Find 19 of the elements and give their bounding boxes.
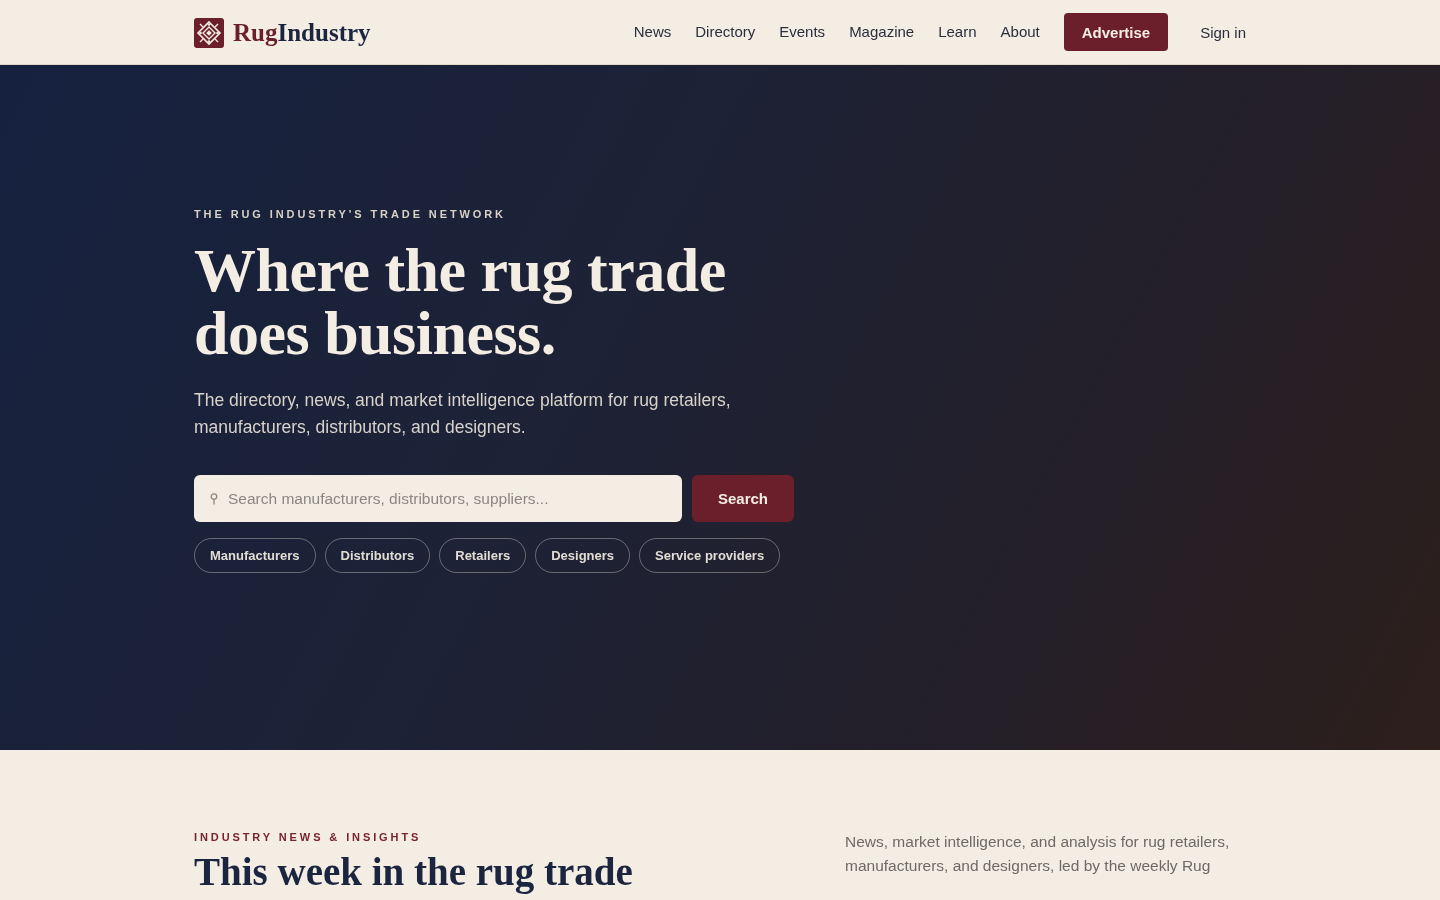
hero-subtitle: The directory, news, and market intelligence platform for rug retailers, manufacturers, distributors, and designers. (194, 389, 732, 439)
nav-link[interactable]: Magazine (849, 22, 915, 42)
logo-icon (194, 18, 224, 48)
sign-in-link[interactable]: Sign in (1200, 23, 1246, 41)
search-field[interactable]: Search manufacturers, distributors, suppliers... (194, 475, 682, 522)
section-intro: News, market intelligence, and analysis for rug retailers, manufacturers, and designers, led by the weekly Rug (845, 832, 1231, 876)
nav-link[interactable]: Learn (938, 22, 977, 42)
nav-link[interactable]: Events (779, 22, 826, 42)
section-eyebrow: INDUSTRY NEWS & INSIGHTS (194, 830, 423, 844)
hero-title: Where the rug trade does business. (194, 239, 727, 365)
nav-link[interactable]: About (1000, 22, 1040, 42)
logo-wordmark[interactable]: RugIndustry (233, 18, 371, 48)
pin-icon (210, 493, 218, 505)
search-button[interactable]: Search (692, 475, 794, 522)
advertise-button[interactable]: Advertise (1063, 13, 1169, 51)
hero-eyebrow: THE RUG INDUSTRY'S TRADE NETWORK (194, 207, 507, 221)
nav-link[interactable]: News (633, 22, 672, 42)
section-title: This week in the rug trade (194, 850, 634, 894)
nav-link[interactable]: Directory (695, 22, 756, 42)
